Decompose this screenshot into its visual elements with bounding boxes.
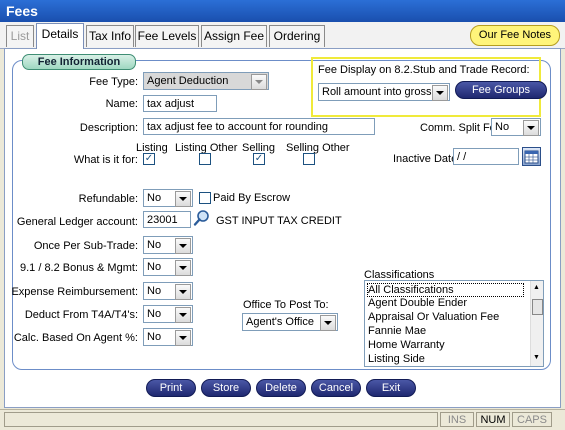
paid-by-escrow-label: Paid By Escrow xyxy=(213,192,291,204)
window-title: Fees xyxy=(6,3,38,19)
tab-tax-info[interactable]: Tax Info xyxy=(86,25,134,47)
description-input[interactable]: tax adjust fee to account for rounding xyxy=(143,118,375,135)
classifications-list[interactable]: All Classifications Agent Double Ender A… xyxy=(364,280,544,367)
dropdown-arrow-icon xyxy=(175,238,191,254)
once-per-sub-trade-select[interactable]: No xyxy=(143,236,193,254)
paid-by-escrow-checkbox[interactable] xyxy=(199,192,211,204)
fee-display-value: Roll amount into gross xyxy=(322,86,432,98)
dropdown-arrow-icon xyxy=(320,315,336,331)
bonus-mgmt-label: 9.1 / 8.2 Bonus & Mgmt: xyxy=(19,262,138,274)
classifications-scrollbar[interactable]: ▲ ▼ xyxy=(530,281,543,366)
refundable-value: No xyxy=(147,192,162,204)
store-button[interactable]: Store xyxy=(201,379,251,397)
list-item[interactable]: Home Warranty xyxy=(368,339,445,351)
dropdown-arrow-icon xyxy=(175,330,191,346)
dropdown-arrow-icon xyxy=(175,191,191,207)
list-item[interactable]: Fannie Mae xyxy=(368,325,426,337)
status-ins: INS xyxy=(440,412,474,427)
calc-agent-pct-select[interactable]: No xyxy=(143,328,193,346)
refundable-label: Refundable: xyxy=(78,193,138,205)
title-bar: Fees xyxy=(0,0,565,22)
listing-checkbox[interactable]: ✓ xyxy=(143,153,155,165)
fee-display-select[interactable]: Roll amount into gross xyxy=(318,83,450,101)
gl-account-label: General Ledger account: xyxy=(16,216,138,228)
fee-type-value: Agent Deduction xyxy=(147,75,229,87)
bonus-mgmt-select[interactable]: No xyxy=(143,258,193,276)
office-to-post-select[interactable]: Agent's Office xyxy=(242,313,338,331)
tab-list[interactable]: List xyxy=(6,25,34,47)
tab-ordering[interactable]: Ordering xyxy=(269,25,325,47)
deduct-t4a-select[interactable]: No xyxy=(143,305,193,323)
list-item[interactable]: Listing Side xyxy=(368,353,425,365)
comm-split-value: No xyxy=(495,121,510,133)
comm-split-select[interactable]: No xyxy=(491,118,541,136)
dropdown-arrow-icon xyxy=(175,260,191,276)
tab-details[interactable]: Details xyxy=(36,23,84,49)
fee-display-label: Fee Display on 8.2.Stub and Trade Record… xyxy=(318,64,530,76)
inactive-date-label: Inactive Date: xyxy=(393,153,461,165)
our-fee-notes-button[interactable]: Our Fee Notes xyxy=(470,25,560,46)
refundable-select[interactable]: No xyxy=(143,189,193,207)
expense-reimbursement-label: Expense Reimbursement: xyxy=(11,286,138,298)
gl-account-input[interactable]: 23001 xyxy=(143,211,191,228)
list-item[interactable]: Agent Double Ender xyxy=(368,297,467,309)
status-caps: CAPS xyxy=(512,412,552,427)
expense-reimbursement-value: No xyxy=(147,285,162,297)
listing-other-checkbox[interactable] xyxy=(199,153,211,165)
name-label: Name: xyxy=(105,98,138,110)
list-item[interactable]: Appraisal Or Valuation Fee xyxy=(368,311,499,323)
selling-other-checkbox[interactable] xyxy=(303,153,315,165)
magnifier-icon[interactable] xyxy=(193,209,211,227)
once-per-sub-trade-label: Once Per Sub-Trade: xyxy=(33,240,138,252)
print-button[interactable]: Print xyxy=(146,379,196,397)
exit-button[interactable]: Exit xyxy=(366,379,416,397)
delete-button[interactable]: Delete xyxy=(256,379,306,397)
expense-reimbursement-select[interactable]: No xyxy=(143,282,193,300)
fee-type-label: Fee Type: xyxy=(89,76,138,88)
list-item[interactable]: All Classifications xyxy=(367,283,524,297)
dropdown-arrow-icon xyxy=(175,284,191,300)
tab-assign-fee[interactable]: Assign Fee xyxy=(201,25,267,47)
calendar-icon[interactable] xyxy=(522,147,541,166)
calc-agent-pct-label: Calc. Based On Agent %: xyxy=(13,332,138,344)
scroll-thumb[interactable] xyxy=(532,299,543,315)
calc-agent-pct-value: No xyxy=(147,331,162,343)
bonus-mgmt-value: No xyxy=(147,261,162,273)
inactive-date-input[interactable]: / / xyxy=(453,148,519,165)
tab-fee-levels[interactable]: Fee Levels xyxy=(135,25,199,47)
scroll-down-icon[interactable]: ▼ xyxy=(533,354,540,361)
description-label: Description: xyxy=(79,122,138,134)
fee-groups-button[interactable]: Fee Groups xyxy=(455,81,547,99)
fee-type-select[interactable]: Agent Deduction xyxy=(143,72,269,90)
office-to-post-value: Agent's Office xyxy=(246,316,314,328)
what-is-it-for-label: What is it for: xyxy=(73,154,138,166)
dropdown-arrow-icon xyxy=(251,74,267,90)
once-per-sub-trade-value: No xyxy=(147,239,162,251)
dropdown-arrow-icon xyxy=(523,120,539,136)
dropdown-arrow-icon xyxy=(175,307,191,323)
scroll-up-icon[interactable]: ▲ xyxy=(533,284,540,291)
deduct-t4a-value: No xyxy=(147,308,162,320)
section-title: Fee Information xyxy=(22,54,136,70)
status-num: NUM xyxy=(476,412,510,427)
selling-other-label: Selling Other xyxy=(286,142,350,154)
dropdown-arrow-icon xyxy=(432,85,448,101)
office-to-post-label: Office To Post To: xyxy=(243,299,329,311)
selling-checkbox[interactable]: ✓ xyxy=(253,153,265,165)
status-bar: INS NUM CAPS xyxy=(0,409,565,430)
status-message-pane xyxy=(4,412,438,427)
deduct-t4a-label: Deduct From T4A/T4's: xyxy=(24,309,138,321)
name-input[interactable]: tax adjust xyxy=(143,95,217,112)
cancel-button[interactable]: Cancel xyxy=(311,379,361,397)
gl-account-description: GST INPUT TAX CREDIT xyxy=(216,215,342,227)
